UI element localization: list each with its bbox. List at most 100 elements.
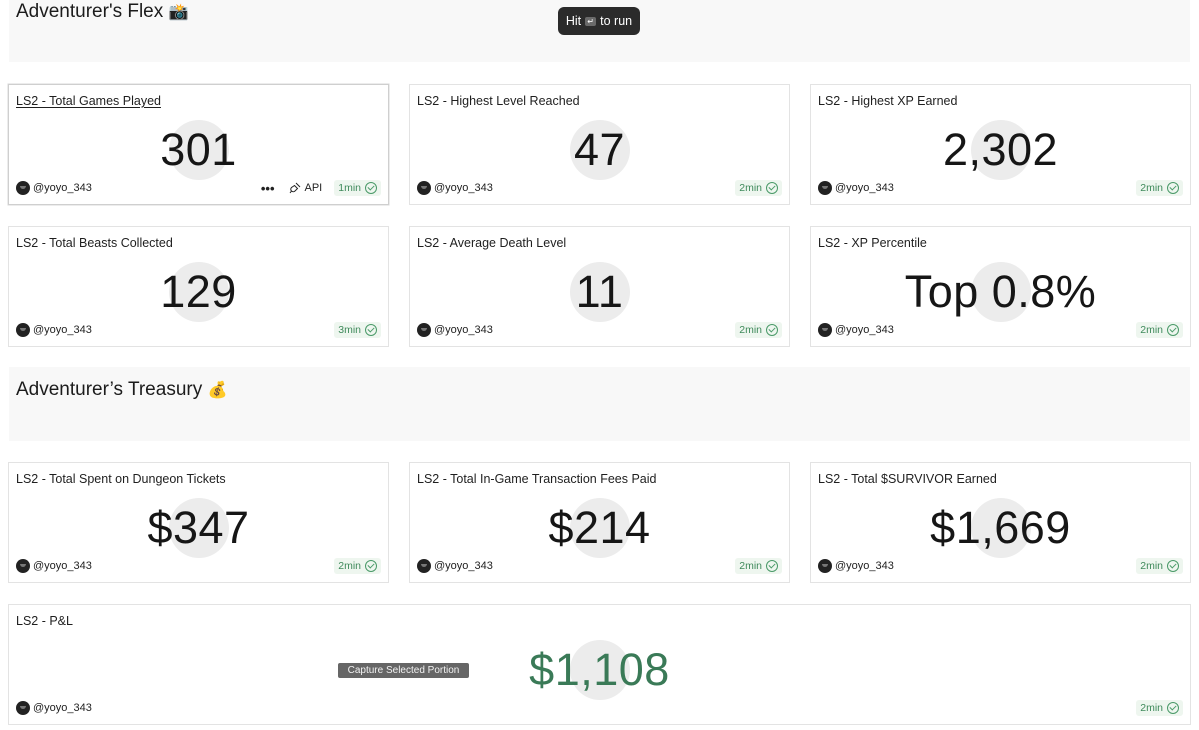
card-total-games-played[interactable]: LS2 - Total Games Played 301 @yoyo_343 •… [8,84,389,205]
avatar[interactable] [16,181,30,195]
card-value: $214 [548,502,651,553]
card-total-survivor-earned[interactable]: LS2 - Total $SURVIVOR Earned $1,669 @yoy… [810,462,1191,583]
api-button[interactable]: API [289,182,322,194]
avatar[interactable] [417,323,431,337]
avatar[interactable] [818,559,832,573]
age-label: 2min [1140,182,1163,194]
card-value-area: $347 [9,497,388,559]
card-footer: @yoyo_343 2min [818,180,1183,196]
card-title[interactable]: LS2 - Total Beasts Collected [16,236,173,250]
card-title[interactable]: LS2 - Total $SURVIVOR Earned [818,472,997,486]
avatar[interactable] [16,323,30,337]
refresh-badge[interactable]: 1min [334,180,381,196]
enter-key-icon: ↵ [585,16,597,26]
card-value: 129 [160,266,237,317]
camera-icon: 📸 [168,4,189,21]
age-label: 2min [1140,324,1163,336]
refresh-badge[interactable]: 2min [735,558,782,574]
age-label: 2min [739,560,762,572]
card-footer: @yoyo_343 2min [16,558,381,574]
check-circle-icon [766,324,778,336]
refresh-badge[interactable]: 2min [334,558,381,574]
owner-handle[interactable]: @yoyo_343 [33,702,92,714]
card-total-beasts-collected[interactable]: LS2 - Total Beasts Collected 129 @yoyo_3… [8,226,389,347]
card-title[interactable]: LS2 - Highest Level Reached [417,94,580,108]
age-label: 1min [338,182,361,194]
card-value-area: 129 [9,261,388,323]
card-value-area: 2,302 [811,119,1190,181]
card-value: 2,302 [942,124,1059,175]
age-label: 2min [1140,702,1163,714]
more-options-icon[interactable]: ••• [261,181,275,196]
card-title[interactable]: LS2 - XP Percentile [818,236,927,250]
capture-selected-portion-button[interactable]: Capture Selected Portion [338,663,469,678]
card-title[interactable]: LS2 - P&L [16,614,73,628]
check-circle-icon [365,324,377,336]
card-title[interactable]: LS2 - Total In-Game Transaction Fees Pai… [417,472,656,486]
card-title[interactable]: LS2 - Highest XP Earned [818,94,957,108]
refresh-badge[interactable]: 2min [735,180,782,196]
run-hint-tooltip: Hit ↵ to run [558,7,640,35]
refresh-badge[interactable]: 3min [334,322,381,338]
card-footer: @yoyo_343 2min [417,558,782,574]
check-circle-icon [365,182,377,194]
check-circle-icon [1167,702,1179,714]
tooltip-prefix: Hit [565,14,582,28]
age-label: 2min [739,324,762,336]
card-value: $1,108 [529,644,670,695]
avatar[interactable] [16,559,30,573]
owner-handle[interactable]: @yoyo_343 [434,324,493,336]
owner-handle[interactable]: @yoyo_343 [835,182,894,194]
card-total-transaction-fees[interactable]: LS2 - Total In-Game Transaction Fees Pai… [409,462,790,583]
owner-handle[interactable]: @yoyo_343 [835,560,894,572]
card-pnl[interactable]: LS2 - P&L $1,108 @yoyo_343 2min [8,604,1191,725]
avatar[interactable] [16,701,30,715]
card-title[interactable]: LS2 - Total Games Played [16,94,161,108]
card-total-spent-dungeon-tickets[interactable]: LS2 - Total Spent on Dungeon Tickets $34… [8,462,389,583]
card-value-area: $1,108 [9,639,1190,701]
card-highest-xp-earned[interactable]: LS2 - Highest XP Earned 2,302 @yoyo_343 … [810,84,1191,205]
avatar[interactable] [417,559,431,573]
card-value-area: 11 [410,261,789,323]
card-value-area: 301 [9,119,388,181]
refresh-badge[interactable]: 2min [1136,558,1183,574]
card-value-area: $214 [410,497,789,559]
refresh-badge[interactable]: 2min [1136,700,1183,716]
card-value-area: Top 0.8% [811,261,1190,323]
card-title[interactable]: LS2 - Total Spent on Dungeon Tickets [16,472,226,486]
avatar[interactable] [818,181,832,195]
section-header-treasury: Adventurer’s Treasury 💰 [9,367,1190,441]
age-label: 2min [338,560,361,572]
refresh-badge[interactable]: 2min [1136,322,1183,338]
card-title[interactable]: LS2 - Average Death Level [417,236,566,250]
card-value: $1,669 [930,502,1071,553]
age-label: 2min [739,182,762,194]
tooltip-suffix: to run [600,14,633,28]
owner-handle[interactable]: @yoyo_343 [33,182,92,194]
card-highest-level-reached[interactable]: LS2 - Highest Level Reached 47 @yoyo_343… [409,84,790,205]
avatar[interactable] [818,323,832,337]
section-title: Adventurer’s Treasury 💰 [16,379,227,401]
owner-handle[interactable]: @yoyo_343 [835,324,894,336]
owner-handle[interactable]: @yoyo_343 [434,560,493,572]
check-circle-icon [1167,182,1179,194]
check-circle-icon [766,182,778,194]
card-average-death-level[interactable]: LS2 - Average Death Level 11 @yoyo_343 2… [409,226,790,347]
card-value: Top 0.8% [904,266,1097,317]
age-label: 2min [1140,560,1163,572]
check-circle-icon [766,560,778,572]
card-footer: @yoyo_343 ••• API 1min [16,180,381,196]
card-xp-percentile[interactable]: LS2 - XP Percentile Top 0.8% @yoyo_343 2… [810,226,1191,347]
card-footer: @yoyo_343 2min [417,180,782,196]
refresh-badge[interactable]: 2min [735,322,782,338]
card-footer: @yoyo_343 2min [16,700,1183,716]
owner-handle[interactable]: @yoyo_343 [33,324,92,336]
avatar[interactable] [417,181,431,195]
section-title: Adventurer's Flex 📸 [16,1,188,23]
card-value: 47 [573,124,626,175]
owner-handle[interactable]: @yoyo_343 [434,182,493,194]
owner-handle[interactable]: @yoyo_343 [33,560,92,572]
card-footer: @yoyo_343 2min [818,558,1183,574]
age-label: 3min [338,324,361,336]
refresh-badge[interactable]: 2min [1136,180,1183,196]
